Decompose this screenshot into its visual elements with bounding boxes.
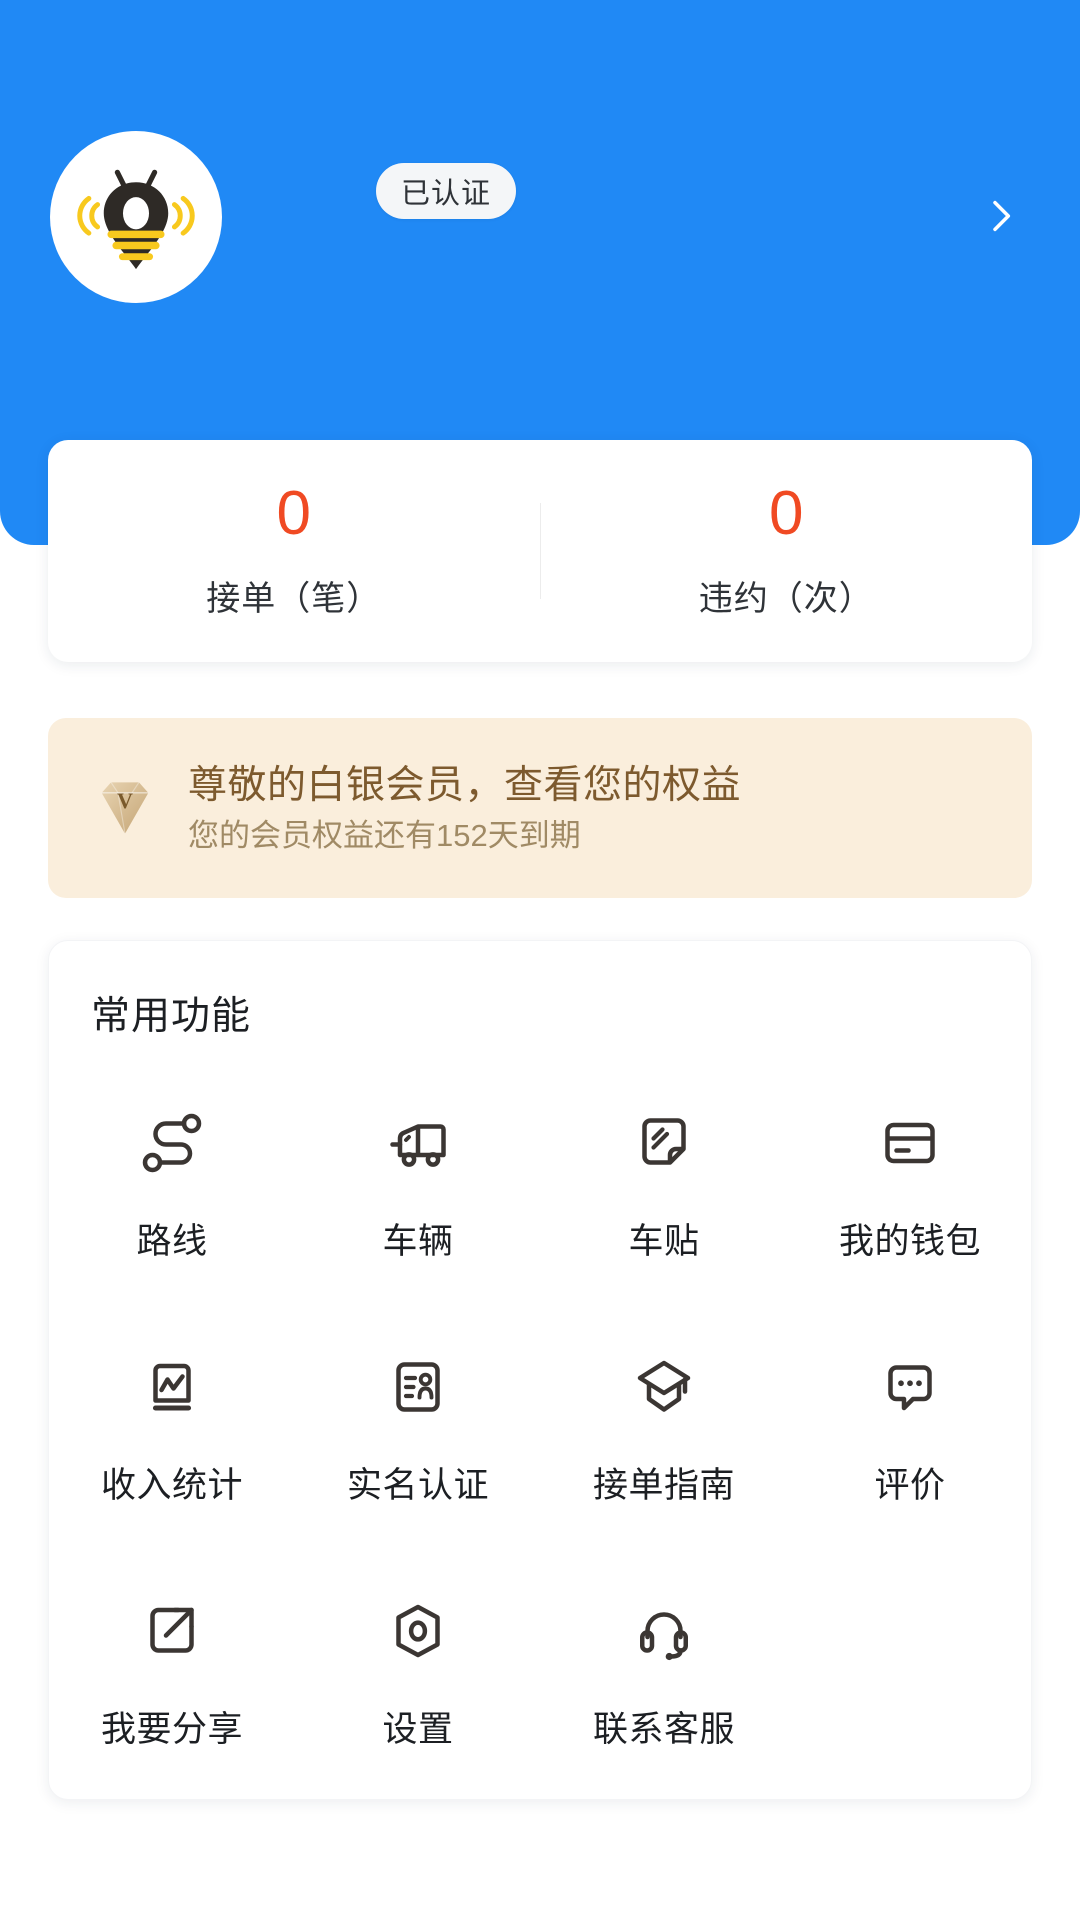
function-label: 评价 (874, 1466, 946, 1505)
verification-badge: 已认证 (376, 163, 517, 219)
function-item-contact-support[interactable]: 联系客服 (541, 1569, 787, 1813)
functions-card: 常用功能 路线 车辆 车贴 我的钱包 收入统计 实名认证 接单指南 评价 我要分… (48, 940, 1032, 1800)
function-item-settings[interactable]: 设置 (295, 1569, 541, 1813)
function-label: 我的钱包 (838, 1222, 981, 1261)
vehicle-sticker-icon (628, 1107, 700, 1179)
wallet-card-icon (874, 1107, 946, 1179)
stat-orders-label: 接单（笔） (206, 579, 382, 618)
chevron-right-icon (993, 200, 1011, 232)
stat-violations[interactable]: 0 违约（次） (541, 440, 1033, 662)
functions-grid: 路线 车辆 车贴 我的钱包 收入统计 实名认证 接单指南 评价 我要分享 设置 … (49, 1081, 1033, 1813)
membership-title: 尊敬的白银会员，查看您的权益 (188, 763, 742, 807)
verification-badge-label: 已认证 (401, 178, 492, 210)
function-label: 联系客服 (592, 1710, 735, 1749)
stat-orders[interactable]: 0 接单（笔） (48, 440, 540, 662)
function-label: 我要分享 (100, 1710, 243, 1749)
route-icon (136, 1107, 208, 1179)
membership-text: 尊敬的白银会员，查看您的权益 您的会员权益还有152天到期 (188, 762, 741, 855)
share-external-icon (136, 1595, 208, 1667)
function-label: 收入统计 (100, 1466, 243, 1505)
diamond-gem-icon: V (90, 773, 160, 843)
stat-violations-value: 0 (769, 478, 804, 548)
graduation-cap-icon (628, 1351, 700, 1423)
id-card-icon (382, 1351, 454, 1423)
function-label: 实名认证 (346, 1466, 489, 1505)
function-item-reviews[interactable]: 评价 (787, 1325, 1033, 1569)
function-label: 车辆 (382, 1222, 454, 1261)
profile-screen: 已认证 0 接单（笔） 0 违约（次） V 尊敬的白银会员，查看您的权益 您的会… (0, 0, 1080, 1920)
truck-icon (382, 1107, 454, 1179)
stat-violations-label: 违约（次） (698, 579, 874, 618)
function-item-wallet[interactable]: 我的钱包 (787, 1081, 1033, 1325)
function-label: 车贴 (628, 1222, 700, 1261)
bee-location-pin-logo-icon (77, 169, 195, 270)
function-item-share[interactable]: 我要分享 (49, 1569, 295, 1813)
function-item-route[interactable]: 路线 (49, 1081, 295, 1325)
function-item-vehicle[interactable]: 车辆 (295, 1081, 541, 1325)
membership-subtitle: 您的会员权益还有152天到期 (188, 818, 581, 854)
svg-text:V: V (117, 788, 133, 813)
function-label: 路线 (136, 1222, 208, 1261)
function-item-identity-verification[interactable]: 实名认证 (295, 1325, 541, 1569)
function-item-vehicle-sticker[interactable]: 车贴 (541, 1081, 787, 1325)
income-chart-icon (136, 1351, 208, 1423)
function-item-income-statistics[interactable]: 收入统计 (49, 1325, 295, 1569)
settings-hexagon-icon (382, 1595, 454, 1667)
stats-card: 0 接单（笔） 0 违约（次） (48, 440, 1032, 662)
avatar[interactable] (50, 131, 222, 303)
comment-dots-icon (874, 1351, 946, 1423)
profile-detail-button[interactable] (980, 196, 1020, 236)
function-label: 设置 (382, 1710, 454, 1749)
headset-icon (628, 1595, 700, 1667)
function-label: 接单指南 (592, 1466, 735, 1505)
stat-orders-value: 0 (276, 478, 311, 548)
membership-banner[interactable]: V 尊敬的白银会员，查看您的权益 您的会员权益还有152天到期 (48, 718, 1032, 898)
function-item-order-guide[interactable]: 接单指南 (541, 1325, 787, 1569)
functions-section-title: 常用功能 (91, 995, 252, 1038)
